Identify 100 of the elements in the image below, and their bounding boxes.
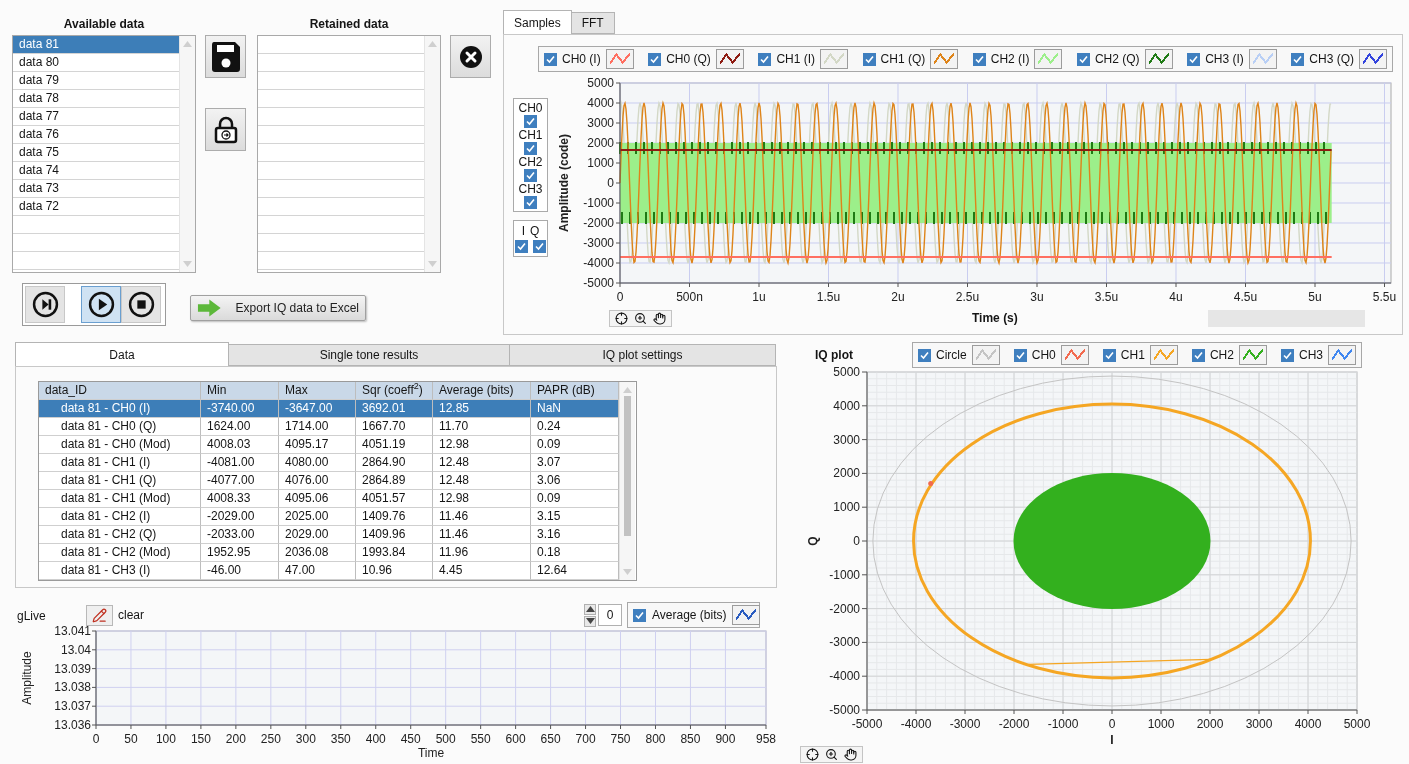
table-row[interactable]: data 81 - CH1 (Q) -4077.00 4076.00 2864.89 12.48 3.06 xyxy=(39,472,619,490)
list-item[interactable]: data 77 xyxy=(13,108,179,126)
tick-label: 5.5u xyxy=(1372,290,1397,304)
table-row[interactable]: data 81 - CH0 (I) -3740.00 -3647.00 3692.01 12.85 NaN xyxy=(39,400,619,418)
tick-label: -5000 xyxy=(583,276,614,290)
tick-label: 2u xyxy=(891,290,905,304)
checkbox[interactable] xyxy=(515,240,528,253)
checkbox[interactable] xyxy=(1291,52,1305,66)
checkbox[interactable] xyxy=(524,142,537,155)
close-button[interactable] xyxy=(450,35,491,78)
tick-label: 1.5u xyxy=(816,290,841,304)
list-item[interactable]: data 78 xyxy=(13,90,179,108)
table-row[interactable]: data 81 - CH1 (I) -4081.00 4080.00 2864.90 12.48 3.07 xyxy=(39,454,619,472)
checkbox[interactable] xyxy=(544,52,557,66)
tick-label: 4u xyxy=(1169,290,1183,304)
checkbox[interactable] xyxy=(862,52,876,66)
tick-label: 200 xyxy=(225,732,246,746)
list-item[interactable]: data 80 xyxy=(13,54,179,72)
table-row[interactable]: data 81 - CH0 (Mod) 4008.03 4095.17 4051.19 12.98 0.09 xyxy=(39,436,619,454)
tick-label: 13.037 xyxy=(54,699,91,714)
tick-label: 3.5u xyxy=(1094,290,1119,304)
clear-button[interactable] xyxy=(86,604,113,626)
tick-label: 850 xyxy=(680,732,701,746)
tick-label: 600 xyxy=(505,732,526,746)
tick-label: 13.041 xyxy=(54,624,91,638)
crosshair-icon[interactable] xyxy=(806,748,819,761)
toggle-label: CH0 xyxy=(518,101,543,115)
table-row[interactable]: data 81 - CH1 (Mod) 4008.33 4095.06 4051.57 12.98 0.09 xyxy=(39,490,619,508)
export-button[interactable]: Export IQ data to Excel xyxy=(190,295,366,321)
save-button[interactable] xyxy=(205,35,246,78)
tick-label: 150 xyxy=(190,732,211,746)
legend-label: Circle xyxy=(936,348,967,362)
hand-icon[interactable] xyxy=(844,748,857,761)
tick-label: 5000 xyxy=(833,365,860,379)
lock-button[interactable] xyxy=(205,108,246,151)
checkbox[interactable] xyxy=(758,52,772,66)
spin-down-button[interactable] xyxy=(584,615,596,627)
zoom-icon[interactable] xyxy=(825,748,838,761)
tick-label: 1000 xyxy=(1147,717,1175,731)
zoom-icon[interactable] xyxy=(634,311,647,325)
tab[interactable]: IQ plot settings xyxy=(509,344,776,366)
tick-label: 3u xyxy=(1030,290,1044,304)
checkbox[interactable] xyxy=(1013,348,1027,362)
tick-label: 2000 xyxy=(1196,717,1224,731)
checkbox[interactable] xyxy=(1187,52,1201,66)
tick-label: 2000 xyxy=(587,136,614,150)
legend-label: CH1 xyxy=(1120,348,1145,362)
list-item[interactable]: data 75 xyxy=(13,144,179,162)
stop-button[interactable] xyxy=(121,286,161,323)
list-item[interactable]: data 79 xyxy=(13,72,179,90)
tick-label: 3000 xyxy=(587,116,614,130)
legend-label: CH3 xyxy=(1298,348,1323,362)
table-row[interactable]: data 81 - CH3 (I) -46.00 47.00 10.96 4.45 12.64 xyxy=(39,562,619,580)
checkbox[interactable] xyxy=(1191,348,1205,362)
checkbox[interactable] xyxy=(1076,52,1090,66)
table-row[interactable]: data 81 - CH2 (Mod) 1952.95 2036.08 1993.84 11.96 0.18 xyxy=(39,544,619,562)
tick-label: -3000 xyxy=(583,236,614,250)
tick-label: 4000 xyxy=(1294,717,1322,731)
checkbox[interactable] xyxy=(524,196,537,209)
hand-icon[interactable] xyxy=(653,311,666,325)
list-item[interactable]: data 72 xyxy=(13,198,179,216)
toggle-label: I xyxy=(521,224,525,238)
table-row[interactable]: data 81 - CH2 (Q) -2033.00 2029.00 1409.96 11.46 3.16 xyxy=(39,526,619,544)
legend-label: CH2 (Q) xyxy=(1094,52,1140,66)
checkbox[interactable] xyxy=(524,115,537,128)
tick-label: -1000 xyxy=(583,196,614,210)
counter-field[interactable]: 0 xyxy=(598,604,622,626)
tick-label: -4000 xyxy=(900,717,932,731)
list-item[interactable]: data 76 xyxy=(13,126,179,144)
checkbox[interactable] xyxy=(648,52,662,66)
checkbox[interactable] xyxy=(918,348,931,362)
axis-title: I xyxy=(1110,733,1114,747)
tab[interactable]: Samples xyxy=(503,10,572,34)
checkbox[interactable] xyxy=(533,240,546,253)
checkbox[interactable] xyxy=(1102,348,1116,362)
checkbox[interactable] xyxy=(524,169,537,182)
tick-label: 250 xyxy=(260,732,281,746)
crosshair-icon[interactable] xyxy=(615,311,628,325)
tick-label: -3000 xyxy=(829,635,860,650)
tick-label: -1000 xyxy=(1047,717,1079,731)
legend-label: CH2 (I) xyxy=(990,52,1030,66)
table-row[interactable]: data 81 - CH2 (I) -2029.00 2025.00 1409.76 11.46 3.15 xyxy=(39,508,619,526)
table-row[interactable]: data 81 - CH0 (Q) 1624.00 1714.00 1667.70 11.70 0.24 xyxy=(39,418,619,436)
tab[interactable]: Single tone results xyxy=(228,344,510,366)
spin-up-button[interactable] xyxy=(584,603,596,615)
tab[interactable]: Data xyxy=(15,342,229,366)
table-cell: 47.00 xyxy=(279,562,356,580)
list-item[interactable]: data 81 xyxy=(13,36,179,54)
step-button[interactable] xyxy=(25,286,65,323)
legend-label: CH0 xyxy=(1031,348,1056,362)
tick-label: 2000 xyxy=(833,466,860,481)
list-item[interactable]: data 74 xyxy=(13,162,179,180)
tick-label: -4000 xyxy=(583,256,614,270)
checkbox[interactable] xyxy=(972,52,986,66)
tab[interactable]: FFT xyxy=(570,12,615,34)
checkbox[interactable] xyxy=(1280,348,1294,362)
play-button[interactable] xyxy=(81,286,121,323)
tick-label: 400 xyxy=(365,732,386,746)
checkbox[interactable] xyxy=(633,608,646,622)
list-item[interactable]: data 73 xyxy=(13,180,179,198)
